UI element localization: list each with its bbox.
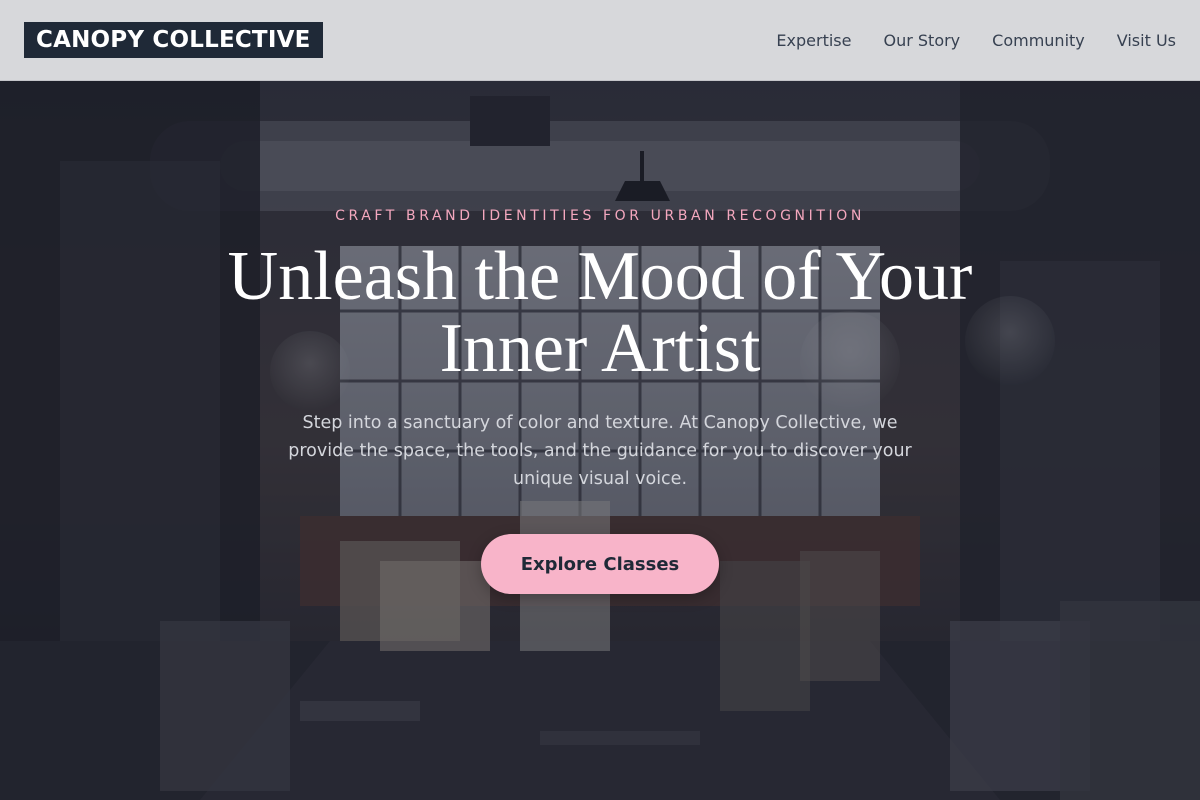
hero-content: CRAFT BRAND IDENTITIES FOR URBAN RECOGNI… [0,81,1200,800]
nav-link-our-story[interactable]: Our Story [883,31,960,50]
site-header: CANOPY COLLECTIVE Expertise Our Story Co… [0,0,1200,81]
brand-logo[interactable]: CANOPY COLLECTIVE [24,22,323,58]
hero-headline: Unleash the Mood of Your Inner Artist [150,241,1050,385]
nav-link-visit-us[interactable]: Visit Us [1117,31,1176,50]
nav-link-expertise[interactable]: Expertise [776,31,851,50]
explore-classes-button[interactable]: Explore Classes [481,534,719,594]
nav-link-community[interactable]: Community [992,31,1085,50]
hero-description: Step into a sanctuary of color and textu… [288,413,912,489]
hero-headline-line-1: Unleash the Mood of Your [227,238,973,315]
hero-headline-line-2: Inner Artist [439,310,761,387]
hero-eyebrow: CRAFT BRAND IDENTITIES FOR URBAN RECOGNI… [335,208,865,224]
main-nav: Expertise Our Story Community Visit Us [776,31,1176,50]
